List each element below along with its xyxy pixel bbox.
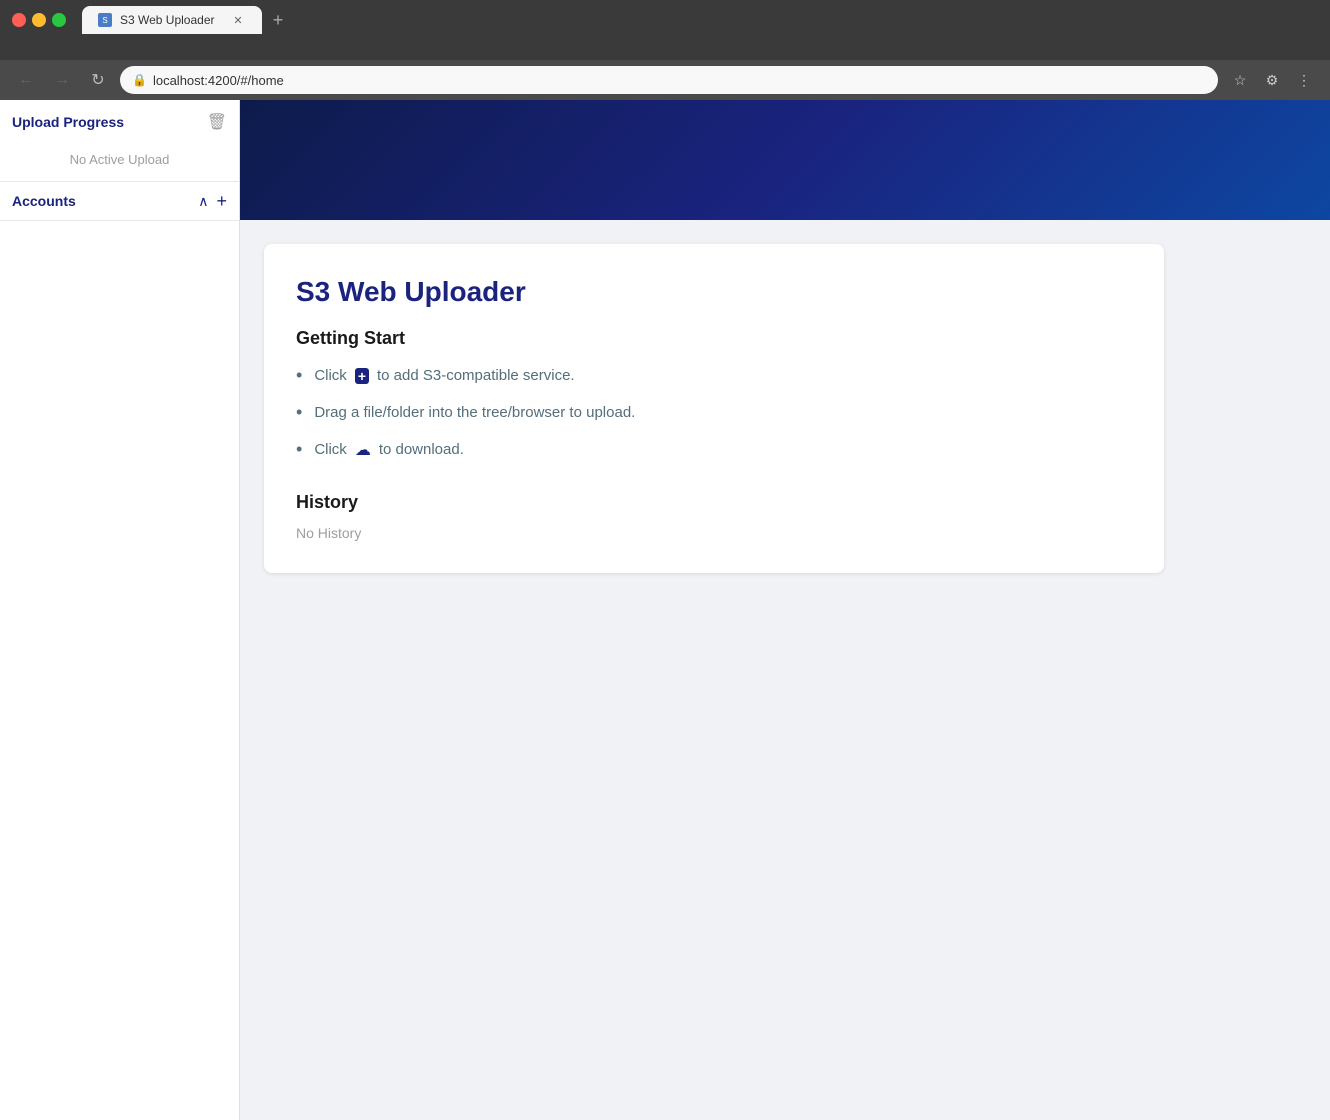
accounts-actions: ∧ + (198, 192, 227, 210)
tab-close-button[interactable]: ✕ (230, 12, 246, 28)
maximize-button[interactable] (52, 13, 66, 27)
getting-started-title: Getting Start (296, 328, 1132, 349)
bullet-1: • (296, 365, 302, 386)
plus-icon: + (355, 368, 369, 384)
instruction-1-text: to add S3-compatible service. (377, 367, 575, 384)
upload-progress-title: Upload Progress (12, 114, 124, 130)
upload-progress-section: Upload Progress 🗑 No Active Upload (0, 100, 239, 182)
browser-actions: ☆ ⚙ ⋮ (1226, 66, 1318, 94)
instruction-item-3: • Click ☁ to download. (296, 439, 1132, 460)
back-button[interactable]: ← (12, 66, 40, 94)
instructions-list: • Click + to add S3-compatible service. … (296, 365, 1132, 460)
bullet-2: • (296, 402, 302, 423)
accounts-header[interactable]: Accounts ∧ + (0, 182, 239, 220)
extensions-button[interactable]: ⚙ (1258, 66, 1286, 94)
history-title: History (296, 492, 1132, 513)
chevron-up-icon[interactable]: ∧ (198, 193, 208, 210)
bullet-3: • (296, 439, 302, 460)
new-tab-button[interactable]: + (264, 6, 292, 34)
tab-favicon: S (98, 13, 112, 27)
bookmark-button[interactable]: ☆ (1226, 66, 1254, 94)
browser-chrome: S S3 Web Uploader ✕ + (0, 0, 1330, 60)
hero-banner (240, 100, 1330, 220)
close-button[interactable] (12, 13, 26, 27)
upload-progress-header: Upload Progress 🗑 (0, 100, 239, 144)
reload-button[interactable]: ↻ (84, 66, 112, 94)
content-area: S3 Web Uploader Getting Start • Click + … (240, 220, 1330, 597)
instruction-1-prefix: Click (314, 367, 347, 384)
tab-bar: S S3 Web Uploader ✕ + (74, 6, 300, 34)
url-bar[interactable]: 🔒 localhost:4200/#/home (120, 66, 1218, 94)
instruction-item-2: • Drag a file/folder into the tree/brows… (296, 402, 1132, 423)
cloud-icon: ☁ (355, 440, 371, 460)
forward-button[interactable]: → (48, 66, 76, 94)
traffic-lights (12, 13, 66, 27)
app-layout: Upload Progress 🗑 No Active Upload Accou… (0, 100, 1330, 1120)
accounts-section: Accounts ∧ + (0, 182, 239, 221)
menu-button[interactable]: ⋮ (1290, 66, 1318, 94)
no-active-upload-label: No Active Upload (0, 144, 239, 181)
app-title: S3 Web Uploader (296, 276, 1132, 308)
instruction-2-text: Drag a file/folder into the tree/browser… (314, 404, 635, 421)
browser-toolbar: ← → ↻ 🔒 localhost:4200/#/home ☆ ⚙ ⋮ (0, 60, 1330, 100)
secure-icon: 🔒 (132, 73, 147, 87)
sidebar: Upload Progress 🗑 No Active Upload Accou… (0, 100, 240, 1120)
minimize-button[interactable] (32, 13, 46, 27)
add-account-button[interactable]: + (216, 192, 227, 210)
active-tab[interactable]: S S3 Web Uploader ✕ (82, 6, 262, 34)
main-content: S3 Web Uploader Getting Start • Click + … (240, 100, 1330, 1120)
instruction-3-text: to download. (379, 441, 464, 458)
titlebar: S S3 Web Uploader ✕ + (0, 0, 1330, 36)
instruction-3-prefix: Click (314, 441, 347, 458)
main-card: S3 Web Uploader Getting Start • Click + … (264, 244, 1164, 573)
accounts-title: Accounts (12, 193, 76, 209)
instruction-item-1: • Click + to add S3-compatible service. (296, 365, 1132, 386)
url-text: localhost:4200/#/home (153, 73, 1206, 88)
tab-title: S3 Web Uploader (120, 13, 222, 27)
delete-icon[interactable]: 🗑 (207, 112, 227, 132)
no-history-label: No History (296, 525, 1132, 541)
